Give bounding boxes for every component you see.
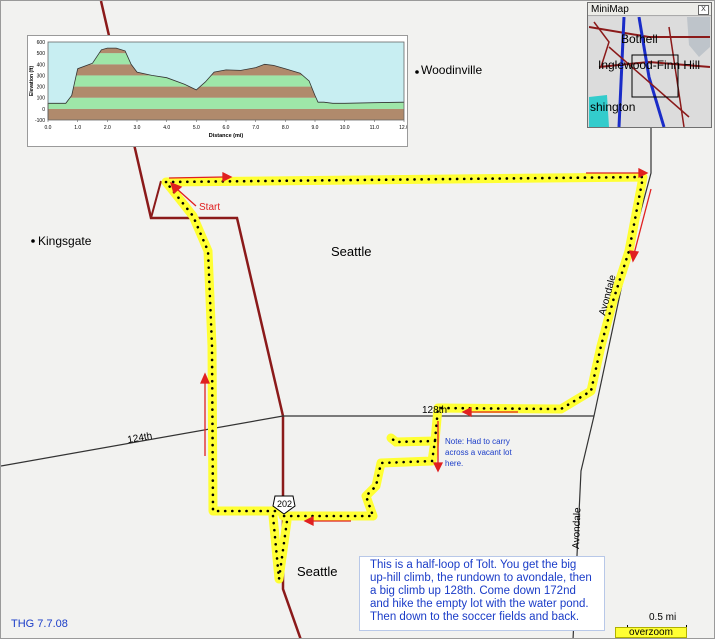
woodinville-dot	[415, 70, 419, 74]
x-tick-label: 8.0	[282, 125, 289, 131]
arrow-head	[432, 462, 444, 473]
place-seattle-bottom: Seattle	[297, 564, 337, 579]
place-woodinville: Woodinville	[421, 63, 482, 77]
minimap-label-washington: shington	[590, 100, 635, 114]
y-tick-label: 300	[37, 73, 46, 79]
y-tick-label: 600	[37, 40, 46, 46]
y-tick-label: -100	[35, 118, 45, 124]
scale-label: 0.5 mi	[649, 612, 677, 623]
route-note: This is a half-loop of Tolt. You get the…	[359, 556, 605, 631]
kingsgate-dot	[31, 239, 35, 243]
road-northeast	[150, 180, 162, 219]
road-label-128th: 128th	[422, 405, 447, 416]
x-tick-label: 12.0	[399, 125, 407, 131]
shield-202-text: 202	[277, 499, 292, 509]
x-tick-label: 7.0	[252, 125, 259, 131]
minimap-title: MiniMap	[588, 3, 711, 16]
y-tick-label: 100	[37, 96, 46, 102]
x-tick-label: 1.0	[74, 125, 81, 131]
x-tick-label: 4.0	[163, 125, 170, 131]
minimap-svg: Bothell Inglewood-Finn Hill shington	[589, 17, 710, 127]
x-tick-label: 3.0	[134, 125, 141, 131]
start-label: Start	[199, 202, 220, 213]
y-axis-label: Elevation (ft)	[29, 66, 35, 97]
x-tick-label: 5.0	[193, 125, 200, 131]
minimap-label-inglewood: Inglewood-Finn Hill	[598, 58, 700, 72]
overzoom-badge: overzoom	[615, 627, 687, 638]
minimap-close-button[interactable]: X	[698, 5, 709, 15]
x-tick-label: 10.0	[340, 125, 350, 131]
road-label-avondale-lower: Avondale	[571, 507, 583, 549]
elevation-chart: 600 500 400 300 200 100 0 -1000.0 1.0 2.0 3.0 4.0 5.…	[29, 40, 407, 139]
map-canvas[interactable]: Woodinville Kingsgate Seattle Seattle St…	[0, 0, 715, 639]
route-spur-fields[interactable]	[268, 511, 292, 584]
y-tick-label: 500	[37, 51, 46, 57]
y-tick-label: 400	[37, 62, 46, 68]
minimap[interactable]: MiniMap X Bothell Inglewood-Finn Hill sh…	[587, 2, 712, 128]
place-kingsgate: Kingsgate	[38, 234, 92, 248]
road-label-124th: 124th	[127, 431, 154, 446]
note-vacant-lot: Note: Had to carry across a vacant lot h…	[445, 437, 514, 468]
route-path[interactable]	[161, 172, 648, 521]
direction-arrows	[168, 167, 652, 527]
credit-text: THG 7.7.08	[11, 618, 68, 630]
place-seattle-top: Seattle	[331, 244, 371, 259]
x-tick-label: 0.0	[45, 125, 52, 131]
y-tick-label: 0	[42, 107, 45, 113]
arrow-head	[629, 250, 640, 263]
elevation-profile[interactable]: 600 500 400 300 200 100 0 -100 0.0 1.0 2.0 3.0 4.0 5.…	[27, 35, 408, 147]
x-tick-label: 11.0	[370, 125, 380, 131]
x-tick-label: 2.0	[104, 125, 111, 131]
x-axis-label: Distance (mi)	[209, 133, 244, 139]
y-tick-label: 200	[37, 85, 46, 91]
minimap-label-bothell: Bothell	[621, 32, 658, 46]
x-tick-label: 9.0	[312, 125, 319, 131]
minimap-view[interactable]: Bothell Inglewood-Finn Hill shington	[589, 17, 710, 127]
x-tick-label: 6.0	[223, 125, 230, 131]
elevation-band	[48, 108, 404, 120]
